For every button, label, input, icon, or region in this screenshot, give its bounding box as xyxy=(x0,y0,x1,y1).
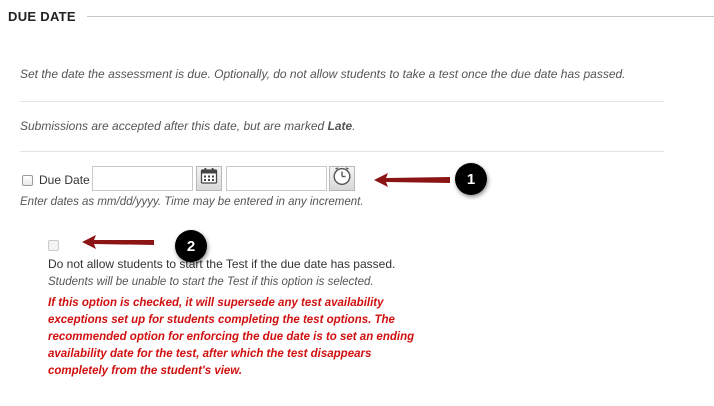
time-picker-button[interactable] xyxy=(329,166,355,191)
prevent-start-label: Do not allow students to start the Test … xyxy=(48,257,396,271)
section-title-rule xyxy=(87,16,714,17)
callout-badge-2: 2 xyxy=(175,230,207,262)
prevent-start-hint: Students will be unable to start the Tes… xyxy=(48,276,374,288)
due-date-hint: Enter dates as mm/dd/yyyy. Time may be e… xyxy=(20,196,364,208)
prevent-start-warning: If this option is checked, it will super… xyxy=(48,297,415,377)
late-note-emphasis: Late xyxy=(327,119,353,133)
divider xyxy=(20,101,664,102)
callout-arrow-icon xyxy=(374,173,450,187)
date-picker-button[interactable] xyxy=(196,166,222,191)
intro-text: Set the date the assessment is due. Opti… xyxy=(20,67,626,81)
late-note-prefix: Submissions are accepted after this date… xyxy=(20,119,328,133)
late-note: Submissions are accepted after this date… xyxy=(20,119,356,133)
due-date-input[interactable] xyxy=(92,166,193,191)
late-note-suffix: . xyxy=(352,119,356,133)
callout-badge-1: 1 xyxy=(455,163,487,195)
callout-arrow-icon xyxy=(82,235,154,249)
prevent-start-checkbox[interactable] xyxy=(48,240,59,251)
calendar-icon xyxy=(200,167,218,190)
section-title: DUE DATE xyxy=(8,9,76,24)
clock-icon xyxy=(332,166,352,191)
due-date-label: Due Date xyxy=(39,173,90,187)
due-date-checkbox[interactable] xyxy=(22,175,33,186)
due-time-input[interactable] xyxy=(226,166,327,191)
divider xyxy=(20,151,664,152)
